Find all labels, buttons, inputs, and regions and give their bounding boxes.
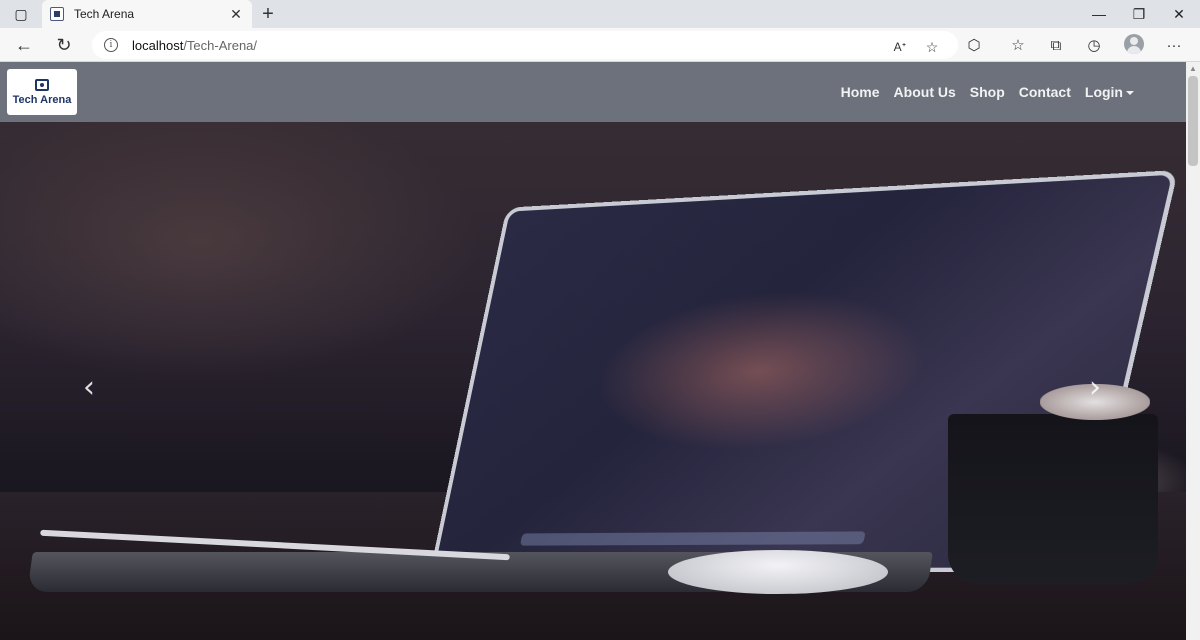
collections-icon[interactable]: ⧉ — [1044, 33, 1068, 57]
more-menu-icon[interactable]: ··· — [1162, 33, 1186, 57]
tab-favicon-icon — [50, 7, 64, 21]
hero-carousel-image — [0, 62, 1186, 640]
tab-title: Tech Arena — [74, 7, 135, 21]
tab-close-icon[interactable]: ✕ — [228, 6, 244, 23]
mouse-image — [668, 550, 888, 594]
page-scrollbar[interactable]: ▲ — [1186, 62, 1200, 640]
logo-text: Tech Arena — [12, 93, 72, 106]
address-toolbar: ← ↻ i localhost/Tech-Arena/ Aᐩ ☆ ⬡ ☆ ⧉ ◷… — [0, 28, 1200, 62]
url-host: localhost — [132, 37, 184, 53]
back-icon[interactable]: ← — [12, 33, 36, 57]
nav-link-about[interactable]: About Us — [894, 84, 956, 100]
nav-link-contact[interactable]: Contact — [1019, 84, 1071, 100]
carousel-next-button[interactable]: › — [1080, 367, 1110, 407]
add-favorite-icon[interactable]: ☆ — [920, 35, 944, 59]
tab-actions-icon[interactable]: ▢ — [10, 0, 32, 28]
site-logo[interactable]: Tech Arena — [7, 69, 77, 115]
new-tab-icon[interactable]: + — [256, 0, 280, 28]
nav-link-home[interactable]: Home — [841, 84, 880, 100]
nav-links: Home About Us Shop Contact Login — [841, 62, 1134, 122]
site-navbar: Tech Arena Home About Us Shop Contact Lo… — [0, 62, 1186, 122]
logo-camera-icon — [35, 78, 49, 91]
nav-link-shop[interactable]: Shop — [970, 84, 1005, 100]
carousel-prev-button[interactable]: ‹ — [74, 367, 104, 407]
refresh-icon[interactable]: ↻ — [52, 33, 76, 57]
profile-avatar[interactable] — [1124, 34, 1144, 54]
site-info-icon[interactable]: i — [104, 38, 118, 52]
browser-tab[interactable]: Tech Arena ✕ — [42, 0, 252, 28]
close-window-icon[interactable]: ✕ — [1166, 0, 1192, 28]
scroll-up-icon[interactable]: ▲ — [1186, 64, 1200, 74]
login-dropdown[interactable]: Login — [1085, 84, 1134, 100]
scroll-thumb[interactable] — [1188, 76, 1198, 166]
browser-tab-bar: ▢ Tech Arena ✕ + — ❐ ✕ — [0, 0, 1200, 28]
read-aloud-icon[interactable]: Aᐩ — [888, 35, 912, 59]
caret-down-icon — [1126, 91, 1134, 96]
history-icon[interactable]: ◷ — [1082, 33, 1106, 57]
favorites-icon[interactable]: ☆ — [1006, 33, 1030, 57]
restore-icon[interactable]: ❐ — [1126, 0, 1152, 28]
page-viewport: Tech Arena Home About Us Shop Contact Lo… — [0, 62, 1186, 640]
address-bar[interactable]: i localhost/Tech-Arena/ Aᐩ ☆ — [92, 31, 958, 59]
extensions-icon[interactable]: ⬡ — [962, 33, 986, 57]
minimize-icon[interactable]: — — [1086, 0, 1112, 28]
login-label: Login — [1084, 84, 1123, 100]
cup-image — [948, 414, 1158, 584]
url-path: /Tech-Arena/ — [183, 37, 258, 53]
